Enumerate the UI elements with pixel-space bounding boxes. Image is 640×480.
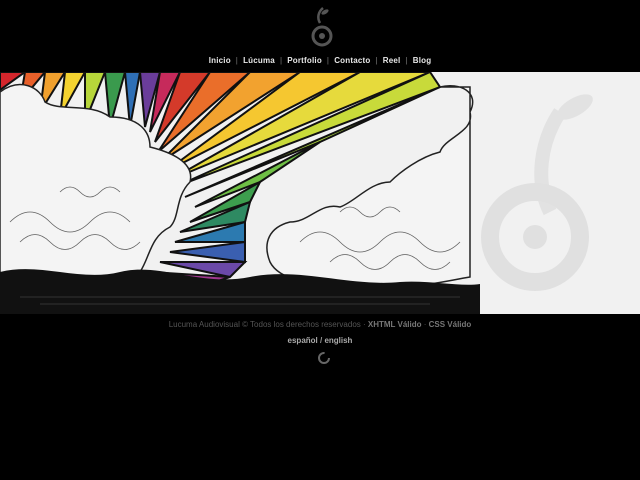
- nav-separator: |: [279, 56, 283, 65]
- rainbow-banner-image: [0, 72, 640, 314]
- nav-lucuma[interactable]: Lúcuma: [243, 56, 275, 65]
- rainbow-clouds-illustration: [0, 72, 640, 314]
- language-switcher: español / english: [0, 336, 640, 345]
- nav-separator: |: [405, 56, 408, 65]
- lucuma-logo[interactable]: [308, 6, 336, 50]
- xhtml-valid-link[interactable]: XHTML Válido: [368, 320, 422, 329]
- nav-contacto[interactable]: Contacto: [334, 56, 370, 65]
- main-nav: Inicio | Lúcuma | Portfolio | Contacto | Reel | Bl…: [0, 56, 640, 65]
- footer: Lucuma Audiovisual © Todos los derechos …: [0, 320, 640, 329]
- loading-spinner-icon: [318, 352, 330, 364]
- nav-blog[interactable]: Blog: [413, 56, 432, 65]
- nav-portfolio[interactable]: Portfolio: [287, 56, 322, 65]
- lang-english-link[interactable]: english: [324, 336, 352, 345]
- nav-separator: |: [326, 56, 330, 65]
- nav-separator: |: [375, 56, 378, 65]
- nav-reel[interactable]: Reel: [383, 56, 401, 65]
- css-valid-link[interactable]: CSS Válido: [429, 320, 472, 329]
- copyright-text: Lucuma Audiovisual © Todos los derechos …: [168, 320, 361, 329]
- nav-inicio[interactable]: Inicio: [209, 56, 231, 65]
- footer-dot: ·: [421, 320, 429, 329]
- footer-dot: ·: [360, 320, 368, 329]
- lang-espanol-link[interactable]: español: [288, 336, 318, 345]
- nav-separator: |: [235, 56, 239, 65]
